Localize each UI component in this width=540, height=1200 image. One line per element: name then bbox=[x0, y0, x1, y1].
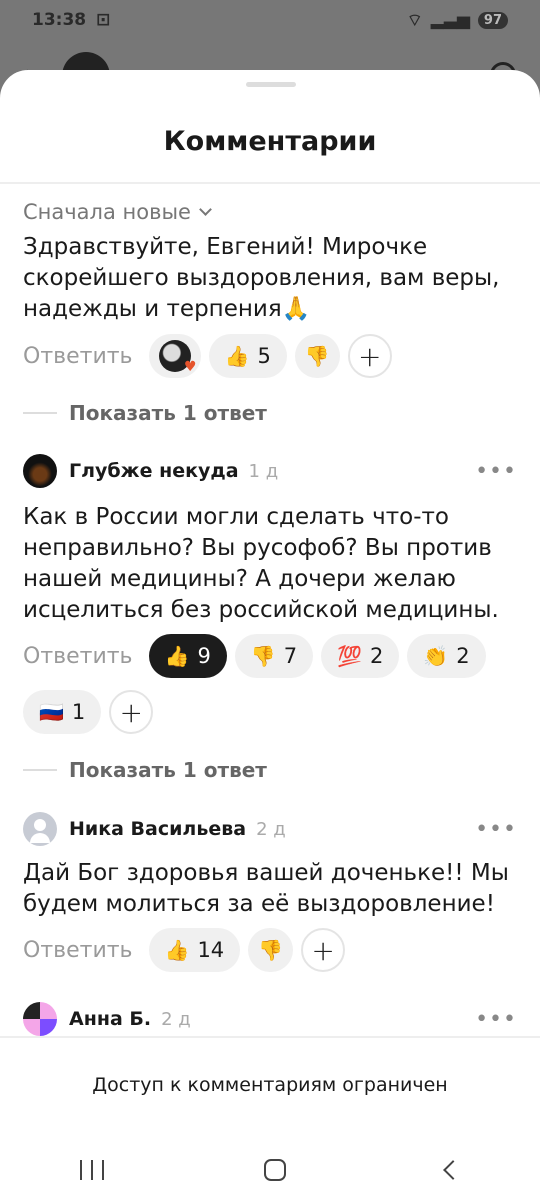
author-name[interactable]: Анна Б. bbox=[69, 1008, 151, 1030]
reactors-avatar-chip[interactable]: ♥ bbox=[148, 334, 201, 378]
battery-badge: 97 bbox=[477, 11, 508, 29]
recent-apps-icon[interactable] bbox=[80, 1160, 104, 1180]
like-reaction[interactable]: 👍 5 bbox=[208, 334, 287, 378]
comment-time: 1 д bbox=[248, 460, 279, 482]
avatar[interactable] bbox=[23, 1002, 57, 1036]
comment-author-row: Ника Васильева 2 д ••• bbox=[23, 812, 517, 846]
comment-time: 2 д bbox=[161, 1008, 191, 1030]
show-replies-button[interactable]: Показать 1 ответ bbox=[23, 401, 267, 425]
home-icon[interactable] bbox=[264, 1159, 286, 1181]
heart-icon: ♥ bbox=[183, 359, 197, 375]
avatar[interactable] bbox=[23, 812, 57, 846]
sheet-title: Комментарии bbox=[163, 126, 377, 157]
divider-line bbox=[23, 769, 57, 771]
reaction-count: 14 bbox=[197, 938, 225, 962]
thumbs-up-icon: 👍 bbox=[164, 938, 190, 962]
comment-time: 2 д bbox=[256, 818, 286, 840]
add-reaction-icon[interactable]: + bbox=[301, 928, 346, 972]
reply-button[interactable]: Ответить bbox=[23, 938, 133, 963]
thumbs-down-icon: 👎 bbox=[250, 644, 276, 668]
clap-icon: 👏 bbox=[423, 644, 449, 668]
chevron-down-icon bbox=[199, 203, 212, 216]
more-dots-icon[interactable]: ••• bbox=[475, 459, 517, 484]
thumbs-up-icon: 👍 bbox=[164, 644, 190, 668]
dislike-reaction[interactable]: 👎 7 bbox=[234, 634, 314, 678]
reaction-count: 2 bbox=[456, 644, 470, 668]
hundred-icon: 💯 bbox=[337, 644, 362, 668]
sort-label: Сначала новые bbox=[23, 200, 191, 224]
avatar[interactable] bbox=[23, 454, 57, 488]
divider bbox=[0, 182, 540, 184]
comment-actions: Ответить 👍 9 👎 7 💯 2 👏 2 bbox=[23, 634, 486, 678]
reply-button[interactable]: Ответить bbox=[23, 344, 133, 369]
russia-flag-icon: 🇷🇺 bbox=[39, 700, 64, 724]
comment-text: Дай Бог здоровья вашей доченьке!! Мы буд… bbox=[23, 860, 509, 917]
reactor-avatar: ♥ bbox=[158, 340, 197, 375]
reaction-count: 7 bbox=[283, 644, 298, 668]
show-replies-label: Показать 1 ответ bbox=[69, 401, 267, 425]
back-icon[interactable] bbox=[443, 1160, 463, 1180]
comment-author-row: Глубже некуда 1 д ••• bbox=[23, 454, 517, 488]
thumbs-down-icon: 👎 bbox=[258, 938, 284, 962]
comments-sheet: Комментарии Сначала новые Здравствуйте, … bbox=[0, 70, 540, 1200]
show-replies-label: Показать 1 ответ bbox=[69, 758, 267, 782]
like-reaction[interactable]: 👍 14 bbox=[148, 928, 241, 972]
flag-reaction[interactable]: 🇷🇺 1 bbox=[23, 690, 102, 734]
comment-text: Как в России могли сделать что-то неправ… bbox=[23, 504, 499, 623]
status-time: 13:38 bbox=[32, 10, 87, 30]
reaction-count: 9 bbox=[197, 644, 211, 668]
reply-button[interactable]: Ответить bbox=[23, 644, 133, 669]
sheet-drag-handle[interactable] bbox=[246, 82, 296, 87]
comment-actions-row2: 🇷🇺 1 + bbox=[23, 690, 154, 734]
status-bar: 13:38 ⊡ ⌔ ▂▃▅ 97 bbox=[0, 0, 540, 40]
reaction-count: 2 bbox=[370, 644, 384, 668]
like-reaction[interactable]: 👍 9 bbox=[148, 634, 227, 678]
author-name[interactable]: Глубже некуда bbox=[69, 460, 239, 482]
clap-reaction[interactable]: 👏 2 bbox=[407, 634, 486, 678]
comment-author-row: Анна Б. 2 д ••• bbox=[23, 1002, 517, 1036]
restricted-notice: Доступ к комментариям ограничен bbox=[92, 1074, 448, 1096]
thumbs-up-icon: 👍 bbox=[224, 344, 250, 368]
reaction-count: 5 bbox=[257, 344, 271, 368]
signal-icon: ▂▃▅ bbox=[430, 10, 470, 30]
reaction-count: 1 bbox=[71, 700, 86, 724]
dislike-reaction[interactable]: 👎 bbox=[294, 334, 340, 378]
author-name[interactable]: Ника Васильева bbox=[69, 818, 246, 840]
dislike-reaction[interactable]: 👎 bbox=[248, 928, 294, 972]
comment-actions: Ответить 👍 14 👎 + bbox=[23, 928, 346, 972]
thumbs-down-icon: 👎 bbox=[304, 344, 330, 368]
comment-text: Здравствуйте, Евгений! Мирочке скорейшег… bbox=[23, 234, 500, 322]
system-nav-bar bbox=[0, 1140, 540, 1200]
show-replies-button[interactable]: Показать 1 ответ bbox=[23, 758, 267, 782]
comment-actions: Ответить ♥ 👍 5 👎 + bbox=[23, 334, 392, 378]
wifi-icon: ⌔ bbox=[406, 10, 423, 31]
divider-line bbox=[23, 412, 57, 414]
add-reaction-icon[interactable]: + bbox=[109, 690, 154, 734]
more-dots-icon[interactable]: ••• bbox=[475, 1007, 517, 1032]
more-dots-icon[interactable]: ••• bbox=[475, 817, 517, 842]
hundred-reaction[interactable]: 💯 2 bbox=[321, 634, 400, 678]
sort-dropdown[interactable]: Сначала новые bbox=[23, 200, 212, 224]
screenshot-icon: ⊡ bbox=[96, 10, 111, 30]
add-reaction-icon[interactable]: + bbox=[347, 334, 392, 378]
